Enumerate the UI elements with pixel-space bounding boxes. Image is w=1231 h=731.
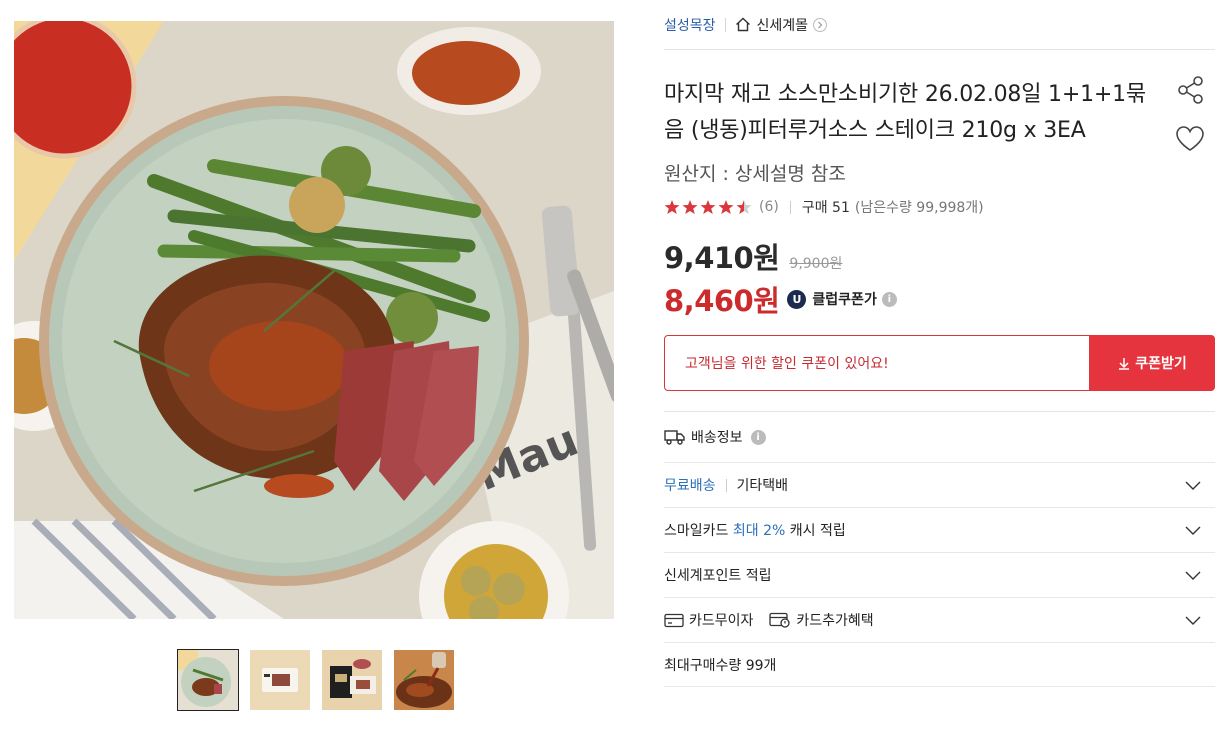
smilecard-row[interactable]: 스마일카드 최대 2% 캐시 적립 [664,507,1215,552]
info-icon[interactable]: i [881,291,897,307]
star-rating[interactable] [664,199,754,215]
chevron-down-icon [1185,481,1201,490]
card-benefits-row[interactable]: 카드무이자 카드추가혜택 [664,597,1215,642]
max-purchase-row: 최대구매수량 99개 [664,642,1215,687]
download-icon [1118,357,1130,370]
chevron-down-icon [1185,571,1201,580]
thumbnail-strip [177,649,455,711]
star-icon [664,200,752,214]
separator [724,17,726,32]
main-product-image[interactable]: Mau [14,21,614,619]
free-shipping-label: 무료배송 [664,478,716,494]
truck-icon [664,429,686,445]
original-price: 9,900원 [789,256,843,272]
thumbnail-steak-plate[interactable] [177,649,239,711]
separator [789,200,791,214]
club-badge-icon: U [787,289,807,309]
coupon-price-label: 클럽쿠폰가 [812,292,877,308]
card-extra-label: 카드추가혜택 [796,613,874,629]
coupon-box: 고객님을 위한 할인 쿠폰이 있어요! 쿠폰받기 [664,335,1215,391]
brand-link[interactable]: 설성목장 [664,15,716,35]
store-label: 신세계몰 [756,17,809,34]
smilecard-suffix: 캐시 적립 [789,523,846,539]
chevron-down-icon [1185,616,1201,625]
thumbnail-package-front[interactable] [249,649,311,711]
home-icon [735,17,751,32]
card-icon [664,613,684,628]
product-title: 마지막 재고 소스만소비기한 26.02.08일 1+1+1묶음 (냉동)피터루… [664,82,1146,143]
points-label: 신세계포인트 적립 [664,568,772,584]
product-info-panel: 설성목장 신세계몰 마지막 재고 소스만소비기한 26.02.08일 1+1+1… [664,0,1215,687]
download-coupon-label: 쿠폰받기 [1135,356,1187,372]
purchase-count: 구매 51 [801,200,850,216]
coupon-price-row: 8,460원 U 클럽쿠폰가 i [664,278,1215,320]
shipping-title: 배송정보 [691,430,743,446]
coupon-message: 고객님을 위한 할인 쿠폰이 있어요! [664,335,1090,391]
steak-photo-illustration: Mau [14,21,614,619]
chevron-right-icon [813,17,828,32]
thumbnail-package-set[interactable] [321,649,383,711]
origin-info: 원산지 : 상세설명 참조 [664,163,846,185]
review-count[interactable]: (6) [759,199,779,215]
card-benefit-icon [769,612,791,628]
shipping-header: 배송정보 i [664,411,1215,462]
rating-row: (6) 구매 51 (남은수량 99,998개) [664,197,1215,217]
info-icon[interactable]: i [750,429,766,445]
price-row: 9,410원 9,900원 [664,235,1215,277]
smilecard-rate: 최대 2% [732,523,786,539]
download-coupon-button[interactable]: 쿠폰받기 [1090,335,1215,391]
sale-price: 9,410원 [664,241,780,275]
points-row[interactable]: 신세계포인트 적립 [664,552,1215,597]
remaining-stock: (남은수량 99,998개) [854,200,984,216]
courier-label: 기타택배 [736,478,789,494]
smilecard-label: 스마일카드 [664,523,729,539]
max-purchase-label: 최대구매수량 99개 [664,657,777,674]
heart-icon[interactable] [1175,125,1205,157]
store-link[interactable]: 신세계몰 [735,15,828,35]
share-icon[interactable] [1176,75,1206,109]
breadcrumb: 설성목장 신세계몰 [664,0,1215,50]
separator [725,478,727,492]
chevron-down-icon [1185,526,1201,535]
thumbnail-sauce-pour[interactable] [393,649,455,711]
card-interest-label: 카드무이자 [689,613,754,629]
shipping-option-row[interactable]: 무료배송 기타택배 [664,462,1215,507]
title-section: 마지막 재고 소스만소비기한 26.02.08일 1+1+1묶음 (냉동)피터루… [664,75,1215,151]
coupon-price: 8,460원 [664,284,780,318]
